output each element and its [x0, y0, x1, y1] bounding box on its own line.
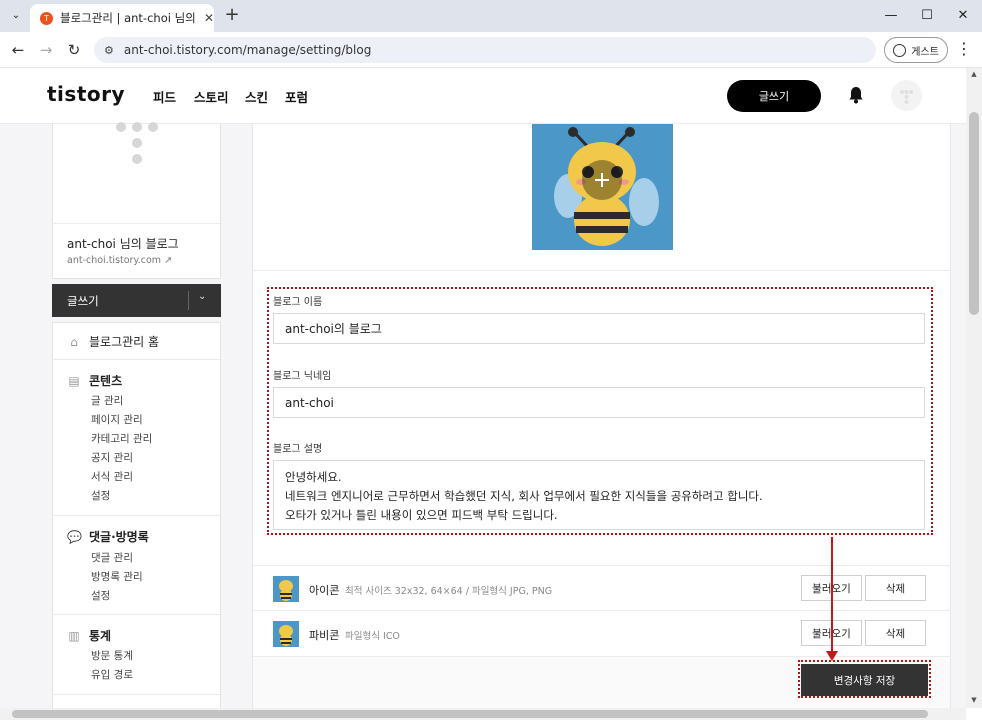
tab-close-icon[interactable]: ✕: [204, 11, 214, 25]
horizontal-scroll-thumb[interactable]: [12, 710, 928, 718]
sidebar-item-posts[interactable]: 글 관리: [91, 393, 123, 408]
favicon-delete-button[interactable]: 삭제: [865, 620, 926, 646]
save-changes-button[interactable]: 변경사항 저장: [801, 664, 928, 696]
icon-label: 아이콘: [309, 584, 340, 597]
blog-description-label: 블로그 설명: [273, 444, 323, 455]
sidebar-menu: ⌂ 블로그관리 홈 ▤ 콘텐츠 글 관리 페이지 관리 카테고리 관리 공지 관…: [52, 322, 221, 708]
bee-favicon-thumbnail: [273, 621, 299, 647]
home-icon: ⌂: [70, 334, 78, 349]
sidebar-item-notices[interactable]: 공지 관리: [91, 450, 133, 465]
sidebar-item-content[interactable]: ▤ 콘텐츠: [67, 372, 122, 389]
favicon-setting-row: 파비콘 파일형식 ICO 불러오기 삭제: [253, 610, 950, 655]
sidebar-write-label: 글쓰기: [67, 293, 99, 308]
scroll-up-icon[interactable]: ▲: [966, 70, 982, 78]
browser-tab[interactable]: T 블로그관리 | ant-choi 님의 블로그 ✕: [30, 4, 214, 32]
sidebar-item-label: 콘텐츠: [89, 374, 123, 388]
icon-setting-row: 아이콘 최적 사이즈 32x32, 64×64 / 파일형식 JPG, PNG …: [253, 565, 950, 610]
placeholder-dot: [116, 122, 126, 132]
sidebar-section-comments: 💬 댓글·방명록 댓글 관리 방명록 관리 설정: [53, 516, 220, 615]
page: tistory 피드 스토리 스킨 포럼 글쓰기 ant-choi 님의 블로그…: [0, 68, 966, 708]
new-tab-button[interactable]: +: [222, 6, 242, 26]
divider: [53, 223, 220, 224]
sidebar-item-label: 댓글·방명록: [89, 530, 149, 544]
divider: [253, 270, 950, 271]
blog-nickname-label: 블로그 닉네임: [273, 371, 332, 382]
site-settings-icon[interactable]: ⚙: [104, 44, 114, 57]
blog-name[interactable]: ant-choi 님의 블로그: [67, 235, 179, 252]
placeholder-dot: [132, 122, 142, 132]
close-window-button[interactable]: ✕: [951, 6, 975, 26]
tistory-favicon-icon: T: [40, 11, 53, 25]
placeholder-dot: [148, 122, 158, 132]
description-line: 네트워크 엔지니어로 근무하면서 학습했던 지식, 회사 업무에서 필요한 지식…: [285, 489, 763, 503]
tistory-logo[interactable]: tistory: [47, 82, 125, 106]
sidebar-item-referrers[interactable]: 유입 경로: [91, 667, 133, 682]
chart-icon: ▥: [68, 628, 80, 643]
sidebar-item-guestbook[interactable]: 방명록 관리: [91, 569, 143, 584]
sidebar-item-pages[interactable]: 페이지 관리: [91, 412, 143, 427]
sidebar-home-section: ⌂ 블로그관리 홈: [53, 323, 220, 360]
external-link-icon: ↗: [164, 255, 173, 266]
placeholder-dot: [132, 154, 142, 164]
document-icon: ▤: [68, 373, 80, 388]
guest-avatar-icon: [893, 43, 907, 57]
annotation-arrow: [831, 537, 833, 654]
chevron-down-icon[interactable]: ⌄: [198, 291, 206, 302]
bell-icon[interactable]: [848, 86, 864, 104]
sidebar-item-comments[interactable]: 💬 댓글·방명록: [67, 528, 149, 545]
address-bar[interactable]: ⚙ ant-choi.tistory.com/manage/setting/bl…: [94, 37, 876, 63]
forward-arrow-icon[interactable]: →: [34, 38, 58, 62]
blog-name-label: 블로그 이름: [273, 297, 323, 308]
blog-name-input[interactable]: ant-choi의 블로그: [273, 313, 925, 344]
profile-button[interactable]: 게스트: [884, 37, 948, 63]
sidebar-item-templates[interactable]: 서식 관리: [91, 469, 133, 484]
sidebar-item-label: 통계: [89, 629, 112, 643]
reload-icon[interactable]: ↻: [62, 38, 86, 62]
icon-delete-button[interactable]: 삭제: [865, 575, 926, 601]
minimize-button[interactable]: —: [879, 6, 903, 26]
maximize-button[interactable]: ☐: [915, 6, 939, 26]
sidebar-item-content-settings[interactable]: 설정: [91, 488, 110, 503]
sidebar-item-categories[interactable]: 카테고리 관리: [91, 431, 152, 446]
sidebar-item-comment-manage[interactable]: 댓글 관리: [91, 550, 133, 565]
sidebar-item-label: 블로그관리 홈: [89, 335, 160, 349]
comment-icon: 💬: [67, 529, 82, 544]
vertical-scroll-thumb[interactable]: [969, 112, 979, 315]
settings-panel: 블로그 이름 ant-choi의 블로그 블로그 닉네임 ant-choi 블로…: [252, 124, 951, 708]
blog-url-link[interactable]: ant-choi.tistory.com ↗: [67, 255, 172, 266]
url-text: ant-choi.tistory.com/manage/setting/blog: [123, 43, 372, 57]
description-line: 오타가 있거나 틀린 내용이 있으면 피드백 부탁 드립니다.: [285, 508, 558, 522]
nav-feed[interactable]: 피드: [153, 87, 176, 106]
back-arrow-icon[interactable]: ←: [6, 38, 30, 62]
scroll-down-icon[interactable]: ▼: [966, 696, 982, 704]
sidebar-write-button[interactable]: 글쓰기 ⌄: [52, 284, 221, 317]
bee-icon-thumbnail: [273, 576, 299, 602]
profile-label: 게스트: [911, 46, 939, 58]
tab-search-button[interactable]: ⌄: [6, 6, 26, 26]
sidebar-section-content: ▤ 콘텐츠 글 관리 페이지 관리 카테고리 관리 공지 관리 서식 관리 설정: [53, 360, 220, 516]
nav-story[interactable]: 스토리: [194, 87, 229, 106]
user-avatar[interactable]: [891, 80, 922, 111]
site-header: tistory 피드 스토리 스킨 포럼 글쓰기: [0, 68, 966, 124]
blog-nickname-input[interactable]: ant-choi: [273, 387, 925, 418]
favicon-label: 파비콘: [309, 629, 340, 642]
write-post-button[interactable]: 글쓰기: [727, 80, 821, 112]
browser-menu-icon[interactable]: ⋮: [956, 38, 972, 62]
sidebar-section-stats: ▥ 통계 방문 통계 유입 경로: [53, 615, 220, 695]
blog-description-textarea[interactable]: 안녕하세요. 네트워크 엔지니어로 근무하면서 학습했던 지식, 회사 업무에서…: [273, 460, 925, 530]
nav-skin[interactable]: 스킨: [245, 87, 268, 106]
placeholder-dot: [132, 138, 142, 148]
tab-title: 블로그관리 | ant-choi 님의 블로그: [60, 11, 198, 25]
favicon-hint: 파일형식 ICO: [345, 631, 400, 642]
nav-forum[interactable]: 포럼: [285, 87, 308, 106]
sidebar-item-home[interactable]: ⌂ 블로그관리 홈: [67, 333, 159, 350]
icon-hint: 최적 사이즈 32x32, 64×64 / 파일형식 JPG, PNG: [345, 586, 553, 597]
divider: [188, 291, 189, 310]
blog-profile-image[interactable]: [532, 124, 673, 250]
sidebar-item-visits[interactable]: 방문 통계: [91, 648, 133, 663]
description-line: 안녕하세요.: [285, 470, 342, 484]
sidebar-item-stats[interactable]: ▥ 통계: [67, 627, 111, 644]
blog-url: ant-choi.tistory.com: [67, 255, 162, 266]
sidebar-item-comment-settings[interactable]: 설정: [91, 588, 110, 603]
